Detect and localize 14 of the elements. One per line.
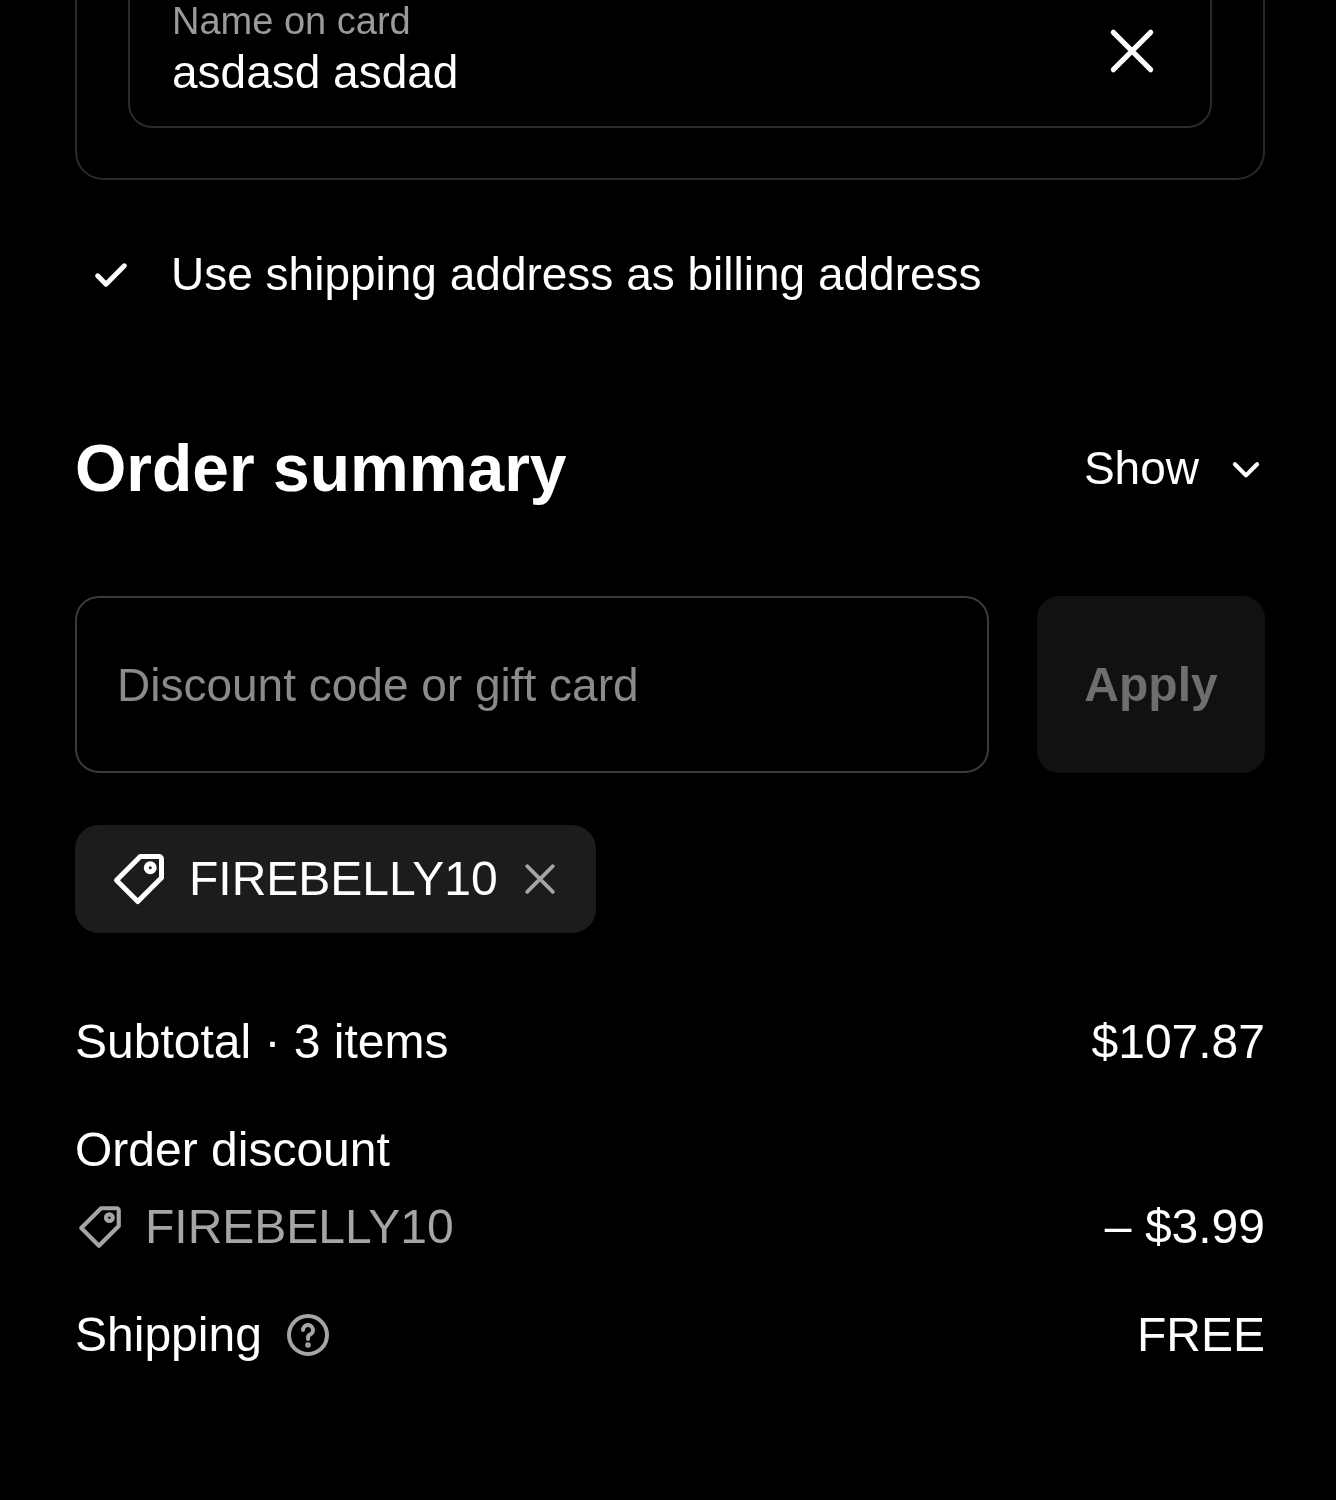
line-value: – $3.99 xyxy=(1104,1199,1265,1256)
section-title: Order summary xyxy=(75,430,567,507)
checkbox-label: Use shipping address as billing address xyxy=(171,247,982,302)
line-label: Subtotal · 3 items xyxy=(75,1014,449,1071)
line-label: Shipping xyxy=(75,1306,262,1363)
line-value: FREE xyxy=(1137,1306,1265,1363)
line-label: Order discount xyxy=(75,1121,390,1178)
show-toggle[interactable]: Show xyxy=(1083,434,1265,504)
field-label: Name on card xyxy=(172,0,412,42)
field-value: asdasd asdad xyxy=(172,45,460,100)
line-value: $107.87 xyxy=(1091,1014,1265,1071)
chip-label: FIREBELLY10 xyxy=(189,851,498,908)
discount-code: FIREBELLY10 xyxy=(145,1199,454,1256)
name-field[interactable]: Name on card asdasd asdad xyxy=(128,0,1212,128)
